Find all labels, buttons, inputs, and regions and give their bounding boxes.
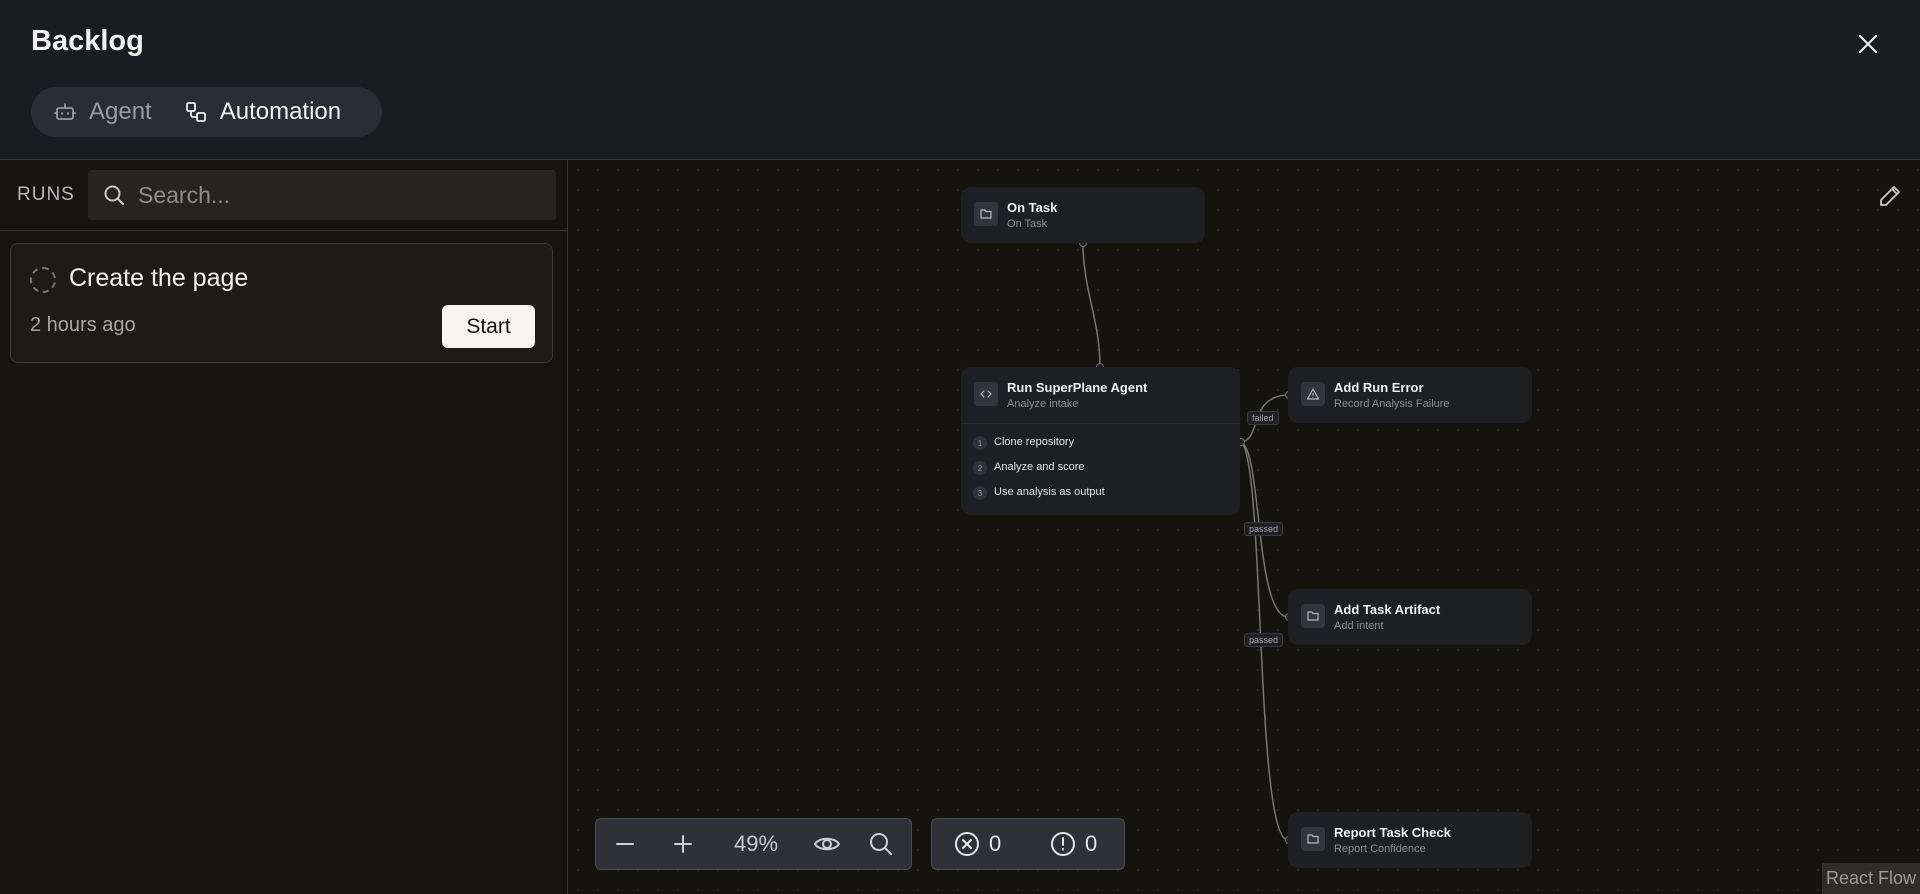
- code-icon: [974, 382, 998, 406]
- step-list: 1 Clone repository 2 Analyze and score 3…: [961, 423, 1240, 507]
- canvas-search-button[interactable]: [854, 818, 908, 870]
- step-number: 1: [973, 436, 987, 450]
- runs-toolbar: RUNS: [0, 160, 567, 231]
- node-subtitle: Record Analysis Failure: [1334, 398, 1450, 410]
- warning-counter[interactable]: 0: [1050, 818, 1097, 870]
- node-title: Add Task Artifact: [1334, 602, 1441, 617]
- search-icon: [104, 185, 124, 205]
- folder-icon: [1301, 604, 1325, 628]
- warning-icon: [1301, 382, 1325, 406]
- zoom-in-button[interactable]: [654, 818, 712, 870]
- alert-circle-icon: [1051, 832, 1075, 856]
- run-title: Create the page: [69, 264, 249, 292]
- node-title: Run SuperPlane Agent: [1007, 380, 1148, 395]
- page-title: Backlog: [31, 25, 144, 57]
- plus-icon: [674, 835, 692, 853]
- tab-automation-label: Automation: [219, 98, 342, 125]
- warning-count: 0: [1085, 831, 1098, 856]
- node-report-task-check[interactable]: Report Task Check Report Confidence: [1288, 812, 1532, 868]
- error-circle-icon: [955, 832, 979, 856]
- pending-status-icon: [30, 267, 56, 293]
- status-counters: 0 0: [931, 818, 1125, 870]
- search-icon: [870, 833, 892, 855]
- close-icon: [1858, 34, 1878, 54]
- step-item: 3 Use analysis as output: [961, 482, 1240, 507]
- edge-label-passed: passed: [1244, 522, 1284, 536]
- node-title: Report Task Check: [1334, 825, 1451, 840]
- mode-tabs: Agent Automation: [31, 87, 382, 137]
- dialog-header: Backlog Agent Automation: [0, 0, 1920, 160]
- toggle-view-button[interactable]: [800, 818, 854, 870]
- start-button[interactable]: Start: [442, 305, 535, 348]
- node-subtitle: Report Confidence: [1334, 843, 1426, 855]
- close-button[interactable]: [1852, 28, 1884, 60]
- node-on-task[interactable]: On Task On Task: [961, 187, 1205, 243]
- minus-icon: [616, 843, 634, 845]
- folder-icon: [1301, 827, 1325, 851]
- robot-icon: [54, 103, 76, 120]
- step-number: 3: [973, 486, 987, 500]
- step-number: 2: [973, 461, 987, 475]
- node-add-task-artifact[interactable]: Add Task Artifact Add intent: [1288, 589, 1532, 645]
- search-box: [88, 170, 556, 220]
- node-run-superplane-agent[interactable]: Run SuperPlane Agent Analyze intake 1 Cl…: [961, 367, 1240, 515]
- step-item: 1 Clone repository: [961, 432, 1240, 457]
- folder-icon: [974, 202, 998, 226]
- error-count: 0: [989, 831, 1002, 856]
- step-label: Use analysis as output: [994, 486, 1105, 498]
- node-title: Add Run Error: [1334, 380, 1424, 395]
- eye-icon: [813, 837, 841, 851]
- canvas-controls: 49%: [595, 818, 912, 870]
- node-subtitle: Analyze intake: [1007, 398, 1079, 410]
- error-counter[interactable]: 0: [954, 818, 1050, 870]
- pencil-icon: [1880, 186, 1900, 206]
- tab-automation[interactable]: Automation: [168, 92, 357, 132]
- tab-agent-label: Agent: [89, 98, 152, 125]
- edge-label-failed: failed: [1247, 411, 1279, 425]
- runs-panel: RUNS Create the page 2 hours ago Start: [0, 160, 568, 894]
- node-title: On Task: [1007, 200, 1058, 215]
- step-label: Analyze and score: [994, 461, 1085, 473]
- run-card[interactable]: Create the page 2 hours ago Start: [10, 243, 553, 363]
- edge-label-passed: passed: [1244, 633, 1284, 647]
- edit-button[interactable]: [1877, 183, 1903, 209]
- workflow-icon: [185, 102, 206, 122]
- zoom-value: 49%: [733, 831, 779, 856]
- search-input[interactable]: [138, 181, 538, 209]
- zoom-out-button[interactable]: [596, 818, 654, 870]
- zoom-level: 49%: [712, 818, 800, 870]
- node-add-run-error[interactable]: Add Run Error Record Analysis Failure: [1288, 367, 1532, 423]
- node-subtitle: Add intent: [1334, 620, 1384, 632]
- react-flow-attribution[interactable]: React Flow: [1822, 863, 1920, 894]
- node-subtitle: On Task: [1007, 218, 1048, 230]
- tab-agent[interactable]: Agent: [37, 92, 168, 132]
- step-label: Clone repository: [994, 436, 1075, 448]
- runs-label: RUNS: [17, 184, 75, 205]
- run-time: 2 hours ago: [30, 314, 136, 336]
- step-item: 2 Analyze and score: [961, 457, 1240, 482]
